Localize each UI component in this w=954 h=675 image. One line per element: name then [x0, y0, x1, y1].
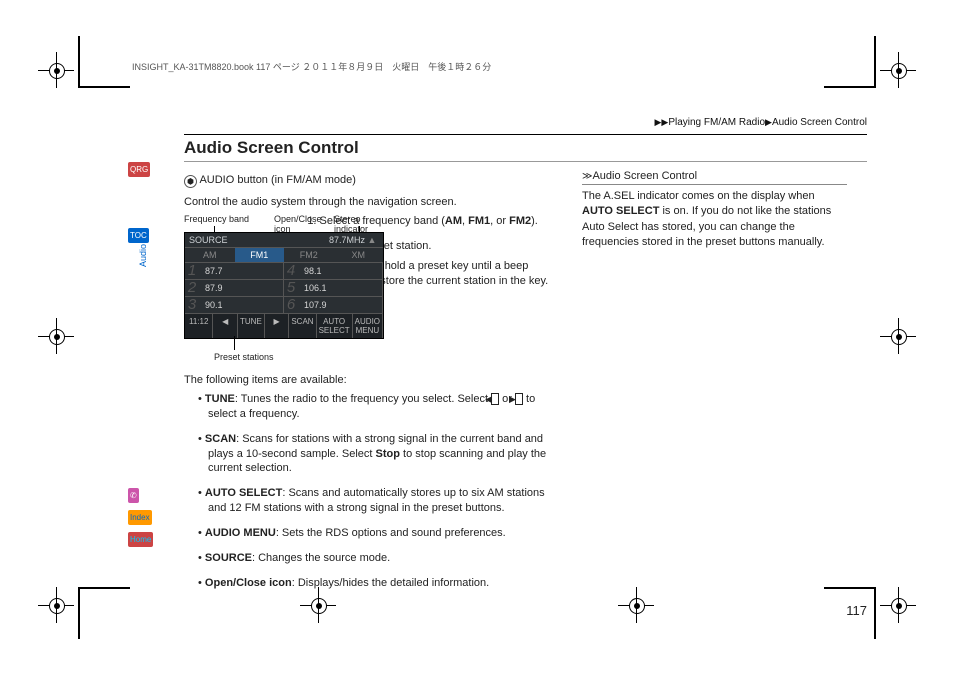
page: INSIGHT_KA-31TM8820.book 117 ページ ２０１１年８月…: [132, 60, 867, 600]
figure: Frequency band Stereo indicator Open/Clo…: [184, 214, 298, 364]
radio-screen: SOURCE 87.7MHz ▲ AM FM1 FM2 XM 1: [184, 232, 384, 339]
intro-text: Control the audio system through the nav…: [184, 196, 564, 208]
tuner-freq: 87.7MHz: [329, 235, 365, 245]
clock: 11:12: [185, 314, 213, 338]
tune-left-icon: ◀: [213, 314, 238, 338]
item-auto-select: AUTO SELECT: Scans and automatically sto…: [198, 486, 564, 516]
item-scan: SCAN: Scans for stations with a strong s…: [198, 432, 564, 477]
reg-mark: [880, 318, 916, 354]
callout-open-close: Open/Close icon: [274, 214, 322, 234]
tune-right-icon: ▶: [265, 314, 290, 338]
auto-select-label: AUTO SELECT: [317, 314, 353, 338]
sidebar-note: ≫Audio Screen Control The A.SEL indicato…: [582, 170, 847, 364]
callout-stereo: Stereo indicator: [334, 214, 368, 234]
reg-mark: [38, 52, 74, 88]
item-audio-menu: AUDIO MENU: Sets the RDS options and sou…: [198, 526, 564, 541]
note-icon: ≫: [582, 171, 590, 182]
item-open-close: Open/Close icon: Displays/hides the deta…: [198, 576, 564, 591]
tune-label: TUNE: [238, 314, 265, 338]
running-head: INSIGHT_KA-31TM8820.book 117 ページ ２０１１年８月…: [132, 60, 867, 73]
available-list: TUNE: Tunes the radio to the frequency y…: [198, 392, 564, 590]
crop-mark: [78, 587, 130, 639]
left-key-icon: ◀: [491, 393, 499, 405]
preset-1: 87.7: [199, 263, 284, 280]
reg-mark: [38, 587, 74, 623]
band-fm1: FM1: [235, 248, 285, 262]
band-fm2: FM2: [284, 248, 334, 262]
page-title: Audio Screen Control: [184, 134, 867, 162]
close-icon: ▲: [365, 235, 379, 245]
reg-mark: [38, 318, 74, 354]
breadcrumb: ▶▶Playing FM/AM Radio▶Audio Screen Contr…: [132, 117, 867, 128]
source-label: SOURCE: [189, 235, 329, 245]
item-source: SOURCE: Changes the source mode.: [198, 551, 564, 566]
band-xm: XM: [334, 248, 384, 262]
chevron-icon: ▶: [765, 117, 772, 127]
callout-freq-band: Frequency band: [184, 214, 249, 224]
audio-menu-label: AUDIO MENU: [353, 314, 383, 338]
available-intro: The following items are available:: [184, 374, 564, 386]
preset-4: 98.1: [298, 263, 383, 280]
right-key-icon: ▶: [515, 393, 523, 405]
preset-5: 106.1: [298, 280, 383, 297]
band-am: AM: [185, 248, 235, 262]
page-number: 117: [846, 603, 867, 618]
scan-label: SCAN: [289, 314, 316, 338]
callout-presets: Preset stations: [214, 352, 274, 362]
crop-mark: [78, 36, 130, 88]
preset-3: 90.1: [199, 297, 284, 314]
chevron-icon: ▶▶: [654, 117, 668, 127]
item-tune: TUNE: Tunes the radio to the frequency y…: [198, 392, 564, 422]
button-icon: ⬢: [184, 175, 197, 188]
action-line: ⬢ AUDIO button (in FM/AM mode): [184, 174, 564, 188]
preset-2: 87.9: [199, 280, 284, 297]
reg-mark: [880, 587, 916, 623]
preset-6: 107.9: [298, 297, 383, 314]
reg-mark: [880, 52, 916, 88]
